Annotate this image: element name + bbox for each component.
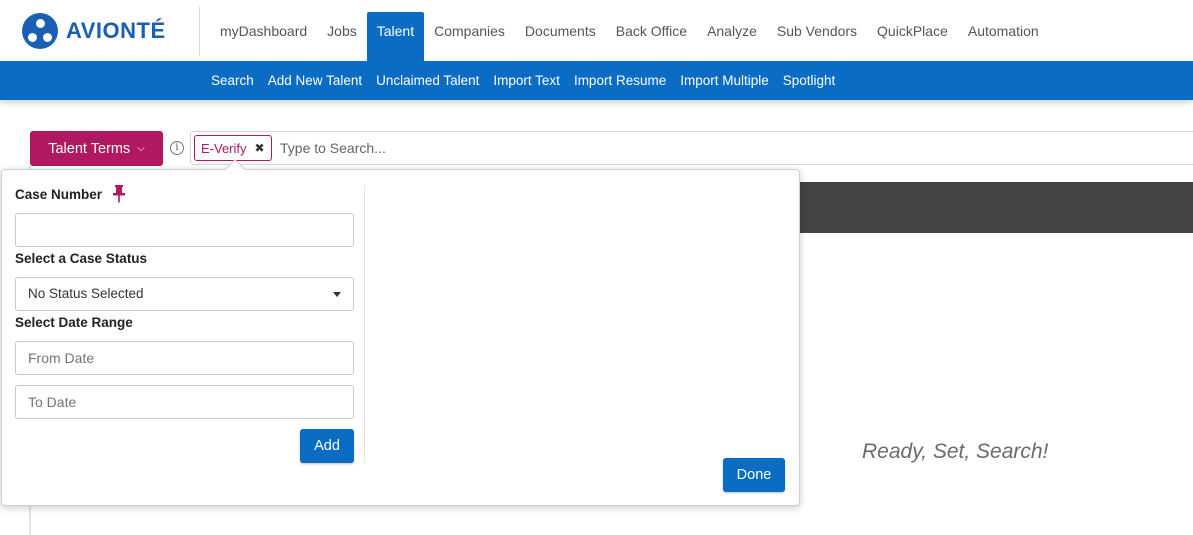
subnav-item-search[interactable]: Search <box>204 61 261 100</box>
nav-item-sub-vendors[interactable]: Sub Vendors <box>767 12 867 50</box>
sub-nav-items: Search Add New Talent Unclaimed Talent Impo… <box>204 61 842 100</box>
nav-item-automation[interactable]: Automation <box>958 12 1049 50</box>
nav-item-companies[interactable]: Companies <box>424 12 515 50</box>
pin-icon[interactable] <box>112 184 126 204</box>
subnav-item-spotlight[interactable]: Spotlight <box>776 61 843 100</box>
from-date-input[interactable] <box>15 341 354 375</box>
search-term-chip[interactable]: E-Verify ✖ <box>194 135 272 161</box>
nav-item-analyze[interactable]: Analyze <box>697 12 767 50</box>
empty-state-message: Ready, Set, Search! <box>862 440 1049 463</box>
done-button[interactable]: Done <box>723 458 785 492</box>
case-status-select[interactable]: No Status Selected <box>15 277 354 311</box>
nav-item-mydashboard[interactable]: myDashboard <box>210 12 317 50</box>
avionte-logo[interactable]: AVIONTÉ <box>22 13 166 49</box>
sub-nav: Search Add New Talent Unclaimed Talent Impo… <box>0 61 1193 100</box>
top-header: AVIONTÉ myDashboard Jobs Talent Companies Do… <box>0 0 1193 62</box>
talent-terms-label: Talent Terms <box>48 140 131 157</box>
nav-item-quickplace[interactable]: QuickPlace <box>867 12 958 50</box>
talent-terms-button[interactable]: Talent Terms ⌵ <box>30 131 163 166</box>
subnav-item-import-multiple[interactable]: Import Multiple <box>673 61 776 100</box>
subnav-item-import-text[interactable]: Import Text <box>486 61 567 100</box>
case-number-label: Case Number <box>15 187 103 202</box>
chevron-down-icon: ⌵ <box>137 143 145 154</box>
main-nav: myDashboard Jobs Talent Companies Documents B… <box>210 12 1049 62</box>
nav-item-jobs[interactable]: Jobs <box>317 12 367 50</box>
logo-mark-icon <box>22 13 58 49</box>
add-button[interactable]: Add <box>300 429 354 463</box>
caret-down-icon <box>333 292 341 297</box>
to-date-input[interactable] <box>15 385 354 419</box>
case-number-input[interactable] <box>15 213 354 247</box>
popover-divider <box>364 185 365 463</box>
chip-label: E-Verify <box>201 140 247 156</box>
search-input[interactable] <box>280 137 1180 159</box>
brand-name: AVIONTÉ <box>66 18 166 43</box>
case-status-value: No Status Selected <box>28 286 144 301</box>
date-range-label: Select Date Range <box>15 315 133 330</box>
nav-item-talent[interactable]: Talent <box>366 12 425 62</box>
case-status-label: Select a Case Status <box>15 251 148 266</box>
nav-item-documents[interactable]: Documents <box>515 12 606 50</box>
add-button-label: Add <box>314 438 340 454</box>
subnav-item-unclaimed-talent[interactable]: Unclaimed Talent <box>369 61 486 100</box>
nav-item-back-office[interactable]: Back Office <box>606 12 697 50</box>
subnav-item-import-resume[interactable]: Import Resume <box>567 61 673 100</box>
info-icon[interactable]: i <box>170 141 184 155</box>
done-button-label: Done <box>736 467 772 483</box>
close-icon[interactable]: ✖ <box>255 141 265 155</box>
results-header-band <box>780 182 1193 233</box>
header-divider <box>199 6 200 56</box>
subnav-item-add-new-talent[interactable]: Add New Talent <box>261 61 369 100</box>
